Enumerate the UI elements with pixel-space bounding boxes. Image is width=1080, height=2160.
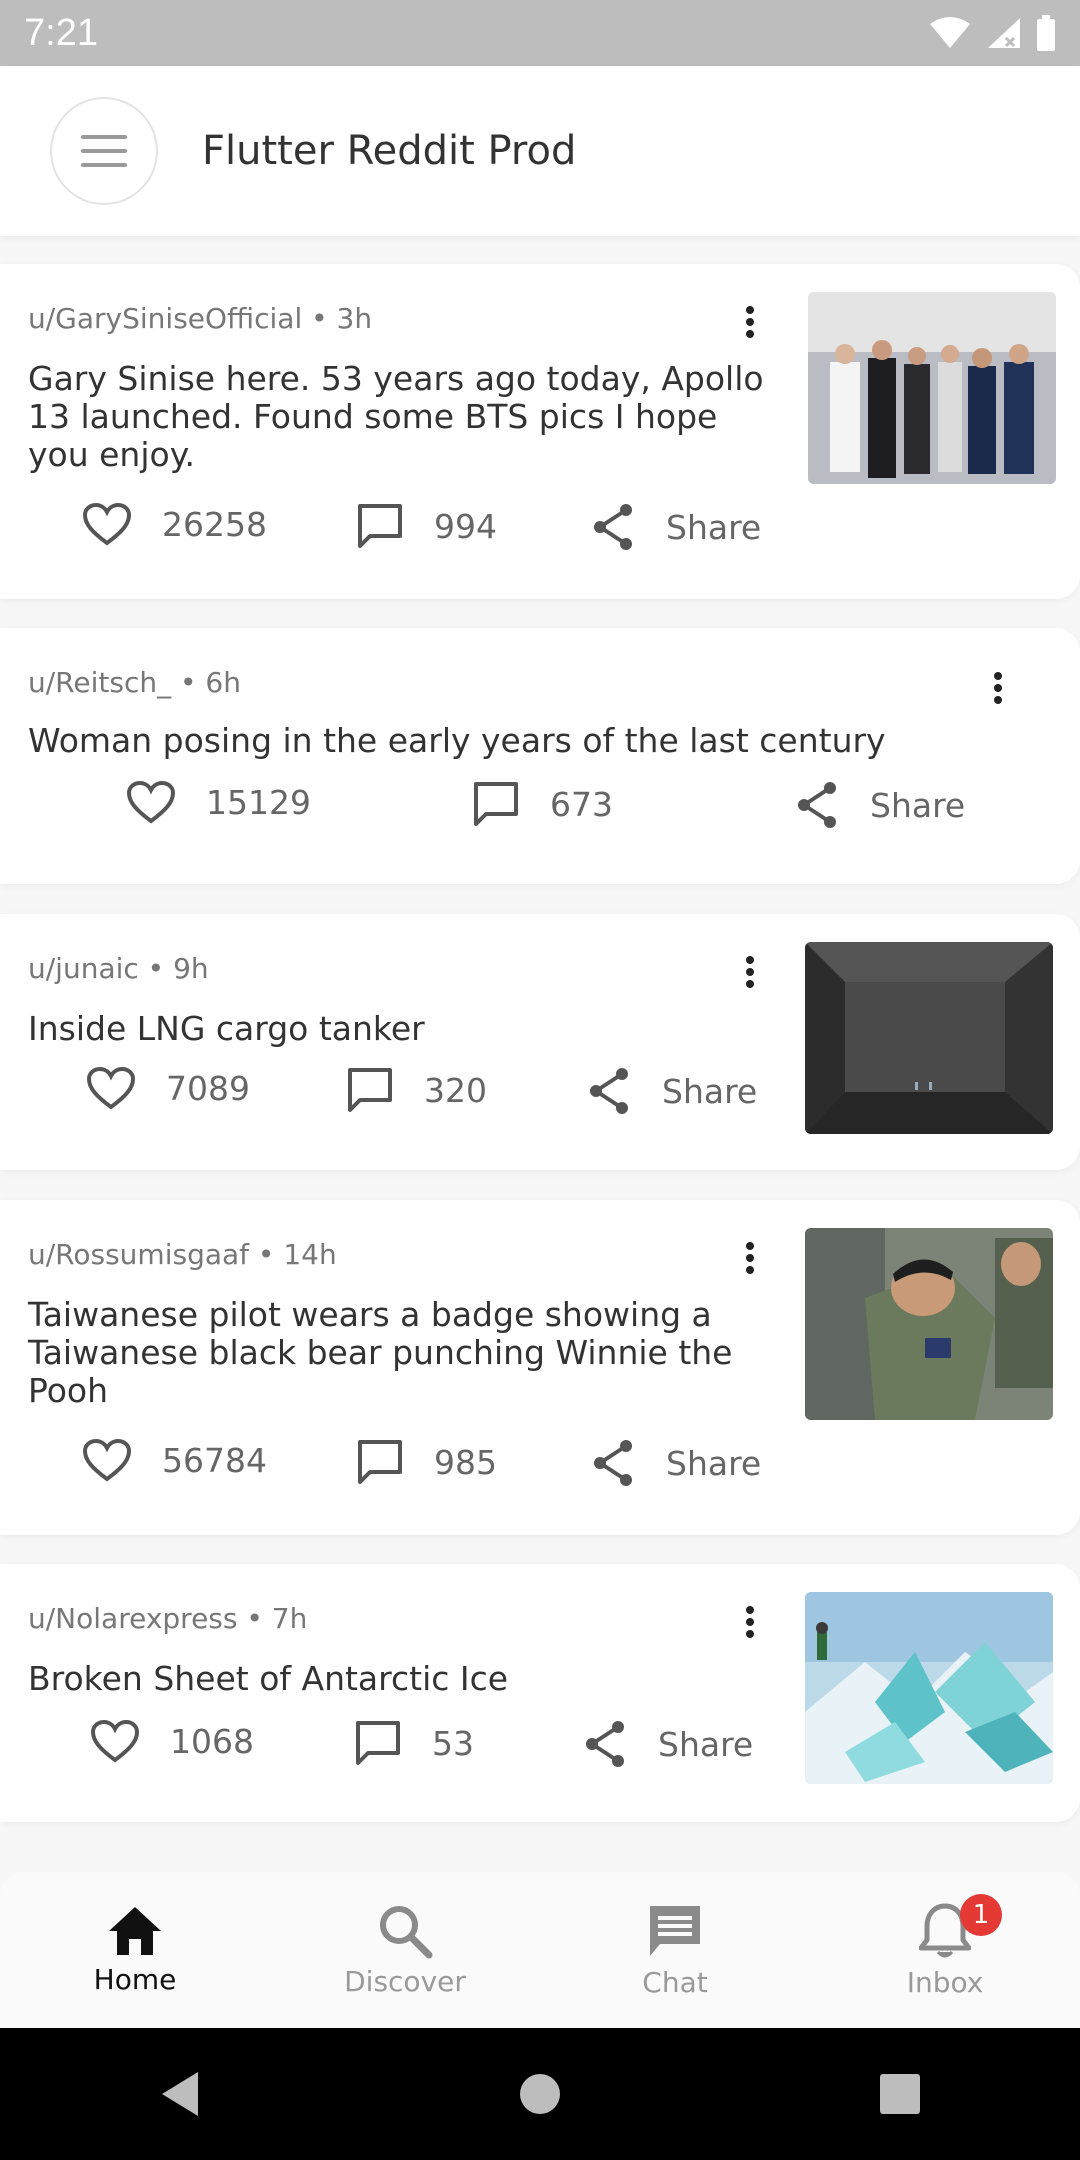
heart-icon xyxy=(86,1066,136,1110)
comment-icon xyxy=(474,782,518,826)
comment-button[interactable]: 320 xyxy=(346,1066,487,1114)
nav-inbox-label: Inbox xyxy=(906,1965,984,1999)
status-time: 7:21 xyxy=(24,11,98,54)
comment-icon xyxy=(358,1440,402,1484)
comment-button[interactable]: 994 xyxy=(356,502,497,550)
bottom-nav: Home Discover Chat 1 Inbox xyxy=(0,1872,1080,2028)
share-button[interactable]: Share xyxy=(590,502,761,552)
post-card[interactable]: u/GarySiniseOfficial • 3h Gary Sinise he… xyxy=(0,264,1080,599)
like-button[interactable]: 26258 xyxy=(82,502,267,546)
post-title[interactable]: Inside LNG cargo tanker xyxy=(28,1010,768,1048)
post-author[interactable]: u/Nolarexpress • 7h xyxy=(28,1602,307,1635)
menu-icon xyxy=(81,135,127,167)
heart-icon xyxy=(82,1438,132,1482)
recents-icon[interactable] xyxy=(878,2072,922,2116)
comment-icon xyxy=(358,504,402,548)
more-options-icon[interactable] xyxy=(738,302,762,342)
like-count: 1068 xyxy=(170,1721,254,1761)
share-icon xyxy=(798,782,836,828)
nav-home[interactable]: Home xyxy=(0,1872,270,2028)
battery-icon xyxy=(1037,15,1055,51)
post-title[interactable]: Taiwanese pilot wears a badge showing a … xyxy=(28,1296,768,1410)
system-nav-bar xyxy=(0,2028,1080,2160)
share-label: Share xyxy=(666,1443,762,1483)
share-label: Share xyxy=(658,1724,754,1764)
comment-icon xyxy=(356,1721,400,1765)
home-circle-icon[interactable] xyxy=(518,2072,562,2116)
like-count: 26258 xyxy=(162,504,267,544)
comment-icon xyxy=(348,1068,392,1112)
post-card[interactable]: u/junaic • 9h Inside LNG cargo tanker 70… xyxy=(0,914,1080,1170)
share-button[interactable]: Share xyxy=(582,1719,753,1769)
more-options-icon[interactable] xyxy=(986,668,1010,708)
comment-count: 320 xyxy=(424,1070,487,1110)
share-icon xyxy=(586,1721,624,1767)
share-button[interactable]: Share xyxy=(586,1066,757,1116)
post-card[interactable]: u/Nolarexpress • 7h Broken Sheet of Anta… xyxy=(0,1564,1080,1822)
like-button[interactable]: 1068 xyxy=(90,1719,254,1763)
post-thumbnail[interactable] xyxy=(805,1592,1053,1784)
comment-count: 673 xyxy=(550,784,613,824)
post-thumbnail[interactable] xyxy=(805,1228,1053,1420)
like-button[interactable]: 15129 xyxy=(126,780,311,824)
back-icon[interactable] xyxy=(158,2070,202,2118)
heart-icon xyxy=(90,1719,140,1763)
heart-icon xyxy=(82,502,132,546)
post-card[interactable]: u/Reitsch_ • 6h Woman posing in the earl… xyxy=(0,628,1080,884)
share-button[interactable]: Share xyxy=(590,1438,761,1488)
inbox-badge: 1 xyxy=(960,1894,1002,1936)
app-bar: Flutter Reddit Prod xyxy=(0,66,1080,236)
more-options-icon[interactable] xyxy=(738,952,762,992)
app-title: Flutter Reddit Prod xyxy=(202,128,577,174)
post-thumbnail[interactable] xyxy=(808,292,1056,484)
comment-count: 994 xyxy=(434,506,497,546)
post-title[interactable]: Broken Sheet of Antarctic Ice xyxy=(28,1660,768,1698)
nav-home-label: Home xyxy=(93,1962,177,1996)
comment-button[interactable]: 985 xyxy=(356,1438,497,1486)
comment-count: 985 xyxy=(434,1442,497,1482)
post-title[interactable]: Woman posing in the early years of the l… xyxy=(28,722,1028,760)
post-author[interactable]: u/junaic • 9h xyxy=(28,952,209,985)
post-title[interactable]: Gary Sinise here. 53 years ago today, Ap… xyxy=(28,360,768,474)
nav-chat[interactable]: Chat xyxy=(540,1872,810,2028)
like-button[interactable]: 7089 xyxy=(86,1066,250,1110)
nav-inbox[interactable]: 1 Inbox xyxy=(810,1872,1080,2028)
more-options-icon[interactable] xyxy=(738,1238,762,1278)
post-author[interactable]: u/GarySiniseOfficial • 3h xyxy=(28,302,372,335)
home-icon xyxy=(109,1906,161,1955)
more-options-icon[interactable] xyxy=(738,1602,762,1642)
share-button[interactable]: Share xyxy=(794,780,965,830)
share-icon xyxy=(590,1068,628,1114)
post-author[interactable]: u/Rossumisgaaf • 14h xyxy=(28,1238,337,1271)
nav-chat-label: Chat xyxy=(642,1965,708,1999)
nav-discover[interactable]: Discover xyxy=(270,1872,540,2028)
comment-button[interactable]: 53 xyxy=(354,1719,474,1767)
chat-icon xyxy=(650,1905,700,1956)
status-icons xyxy=(928,15,1056,51)
share-label: Share xyxy=(666,507,762,547)
post-card[interactable]: u/Rossumisgaaf • 14h Taiwanese pilot wea… xyxy=(0,1200,1080,1535)
like-count: 15129 xyxy=(206,782,311,822)
wifi-icon xyxy=(930,17,970,48)
comment-button[interactable]: 673 xyxy=(472,780,613,828)
status-bar: 7:21 xyxy=(0,0,1080,66)
signal-icon xyxy=(988,18,1020,48)
post-thumbnail[interactable] xyxy=(805,942,1053,1134)
like-count: 7089 xyxy=(166,1068,250,1108)
nav-discover-label: Discover xyxy=(344,1964,466,1998)
post-author[interactable]: u/Reitsch_ • 6h xyxy=(28,666,241,699)
share-label: Share xyxy=(870,785,966,825)
search-icon xyxy=(380,1905,433,1958)
like-button[interactable]: 56784 xyxy=(82,1438,267,1482)
share-icon xyxy=(594,1440,632,1486)
share-icon xyxy=(594,504,632,550)
comment-count: 53 xyxy=(432,1723,474,1763)
share-label: Share xyxy=(662,1071,758,1111)
heart-icon xyxy=(126,780,176,824)
menu-button[interactable] xyxy=(50,97,158,205)
like-count: 56784 xyxy=(162,1440,267,1480)
